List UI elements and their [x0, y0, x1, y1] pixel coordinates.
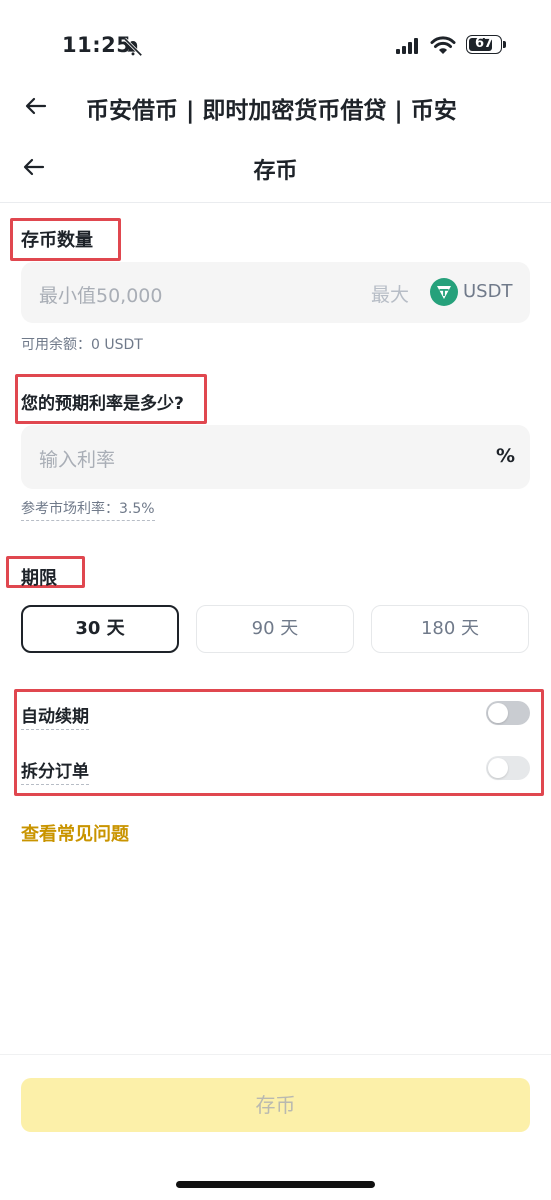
currency-label: USDT	[463, 281, 513, 302]
term-option-90[interactable]: 90 天	[196, 605, 354, 653]
tether-icon	[430, 278, 458, 306]
page-title: 币安借币 | 即时加密货币借贷 | 币安	[86, 98, 457, 124]
status-time: 11:25	[62, 33, 132, 57]
rate-input[interactable]: 输入利率 %	[21, 425, 530, 489]
term-label: 期限	[21, 568, 57, 589]
deposit-submit-button[interactable]: 存币	[21, 1078, 530, 1132]
available-balance: 可用余额：0 USDT	[21, 337, 143, 353]
percent-unit: %	[496, 445, 516, 467]
term-option-180[interactable]: 180 天	[371, 605, 529, 653]
battery-tip	[503, 41, 506, 48]
split-order-label: 拆分订单	[21, 757, 89, 785]
amount-label: 存币数量	[21, 230, 93, 251]
reference-rate[interactable]: 参考市场利率：3.5%	[21, 498, 155, 521]
faq-link[interactable]: 查看常见问题	[21, 820, 129, 846]
footer-divider	[0, 1054, 551, 1055]
rate-label: 您的预期利率是多少?	[21, 394, 184, 414]
signal-icon	[396, 38, 418, 54]
battery-level: 67	[474, 36, 494, 51]
wifi-icon	[430, 36, 456, 54]
amount-placeholder: 最小值50,000	[39, 285, 163, 307]
max-button[interactable]: 最大	[371, 280, 409, 307]
bell-muted-icon	[123, 37, 143, 57]
toggle-knob	[488, 758, 508, 778]
term-option-30[interactable]: 30 天	[21, 605, 179, 653]
header-divider	[0, 202, 551, 203]
amount-input[interactable]: 最小值50,000 最大 USDT	[21, 262, 530, 323]
rate-placeholder: 输入利率	[39, 449, 116, 471]
battery-icon: 67	[466, 35, 502, 54]
toggle-knob	[488, 703, 508, 723]
auto-renew-label: 自动续期	[21, 702, 89, 730]
toggles-highlight	[14, 689, 544, 796]
auto-renew-toggle[interactable]	[486, 701, 530, 725]
nav-title: 存币	[253, 159, 298, 184]
home-indicator[interactable]	[176, 1181, 375, 1188]
back-arrow-icon[interactable]	[24, 94, 48, 118]
split-order-toggle[interactable]	[486, 756, 530, 780]
